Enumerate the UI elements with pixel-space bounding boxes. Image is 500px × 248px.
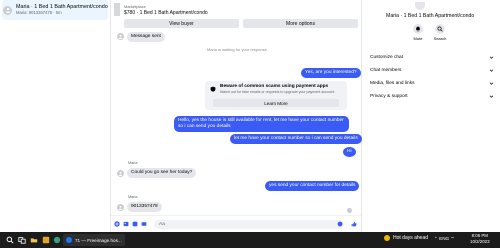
details-panel: Maria · 1 Bed 1 Bath Apartment/condo Mut…	[362, 0, 500, 232]
person-icon	[118, 171, 123, 176]
outgoing-message: Hello, yes the house is still available …	[174, 116, 349, 132]
shield-icon	[210, 86, 216, 92]
plus-circle-icon[interactable]	[114, 221, 120, 227]
search-icon[interactable]	[5, 235, 15, 245]
avatar	[3, 5, 12, 15]
incoming-message: Could you go see her today?	[127, 168, 197, 178]
learn-more-button[interactable]: Learn More	[213, 99, 339, 107]
sticker-icon[interactable]	[132, 221, 138, 227]
outgoing-message: Yes, are you interested?	[301, 68, 361, 78]
avatar	[117, 204, 124, 211]
section-privacy-support[interactable]: Privacy & support	[370, 91, 494, 101]
chat-panel: Marketplace $780 · 1 Bed 1 Bath Apartmen…	[110, 0, 362, 232]
chevron-up-icon[interactable]: ⌃	[434, 236, 438, 241]
avatar	[117, 33, 124, 40]
thumbs-up-icon[interactable]	[351, 221, 357, 227]
section-label: Customize chat	[370, 54, 404, 60]
section-customize-chat[interactable]: Customize chat	[370, 52, 494, 62]
image-icon[interactable]	[123, 221, 129, 227]
waiting-note: Maria is waiting for your response.	[207, 47, 268, 52]
details-title: Maria · 1 Bed 1 Bath Apartment/condo	[386, 13, 475, 19]
person-icon	[118, 205, 123, 210]
listing-thumbnail[interactable]	[114, 3, 120, 16]
section-label: Privacy & support	[370, 93, 408, 99]
section-label: Media, files and links	[370, 80, 415, 86]
listing-header: Marketplace $780 · 1 Bed 1 Bath Apartmen…	[111, 0, 361, 30]
search-button[interactable]: Search	[431, 24, 449, 41]
sender-name: Maria	[128, 161, 138, 165]
composer: Aa	[111, 215, 361, 232]
outgoing-message: Hi	[343, 147, 356, 157]
person-icon	[5, 7, 10, 13]
outgoing-message: yes send your contact number for details	[265, 181, 360, 191]
scam-warning-subtitle: Watch out for fake emails or requests to…	[220, 90, 335, 94]
taskbar: 71 — Freeimage.hos... Hot days ahead ⌃ E…	[0, 232, 500, 248]
messenger-icon	[66, 237, 72, 243]
browser-icon[interactable]	[52, 235, 62, 245]
chevron-down-icon	[489, 82, 494, 85]
sender-name: Maria	[128, 195, 138, 199]
clock-date: 10/2/2023	[470, 239, 490, 244]
file-explorer-icon[interactable]	[29, 235, 39, 245]
weather-text: Hot days ahead	[393, 235, 429, 241]
mute-button[interactable]: Mute	[409, 24, 427, 41]
bell-icon	[416, 26, 420, 32]
conversation-list: Maria · 1 Bed 1 Bath Apartment/condo Mar…	[0, 0, 110, 232]
chevron-down-icon	[489, 95, 494, 98]
conversation-item-maria[interactable]: Maria · 1 Bed 1 Bath Apartment/condo Mar…	[2, 0, 108, 20]
section-chat-members[interactable]: Chat members	[370, 65, 494, 75]
person-icon	[118, 34, 123, 39]
sun-icon	[384, 235, 390, 241]
system-tray[interactable]: ⌃ ENG ⌔	[434, 236, 455, 242]
search-icon	[437, 26, 443, 32]
message-input[interactable]: Aa	[154, 220, 344, 229]
wifi-icon[interactable]: ⌔	[450, 236, 454, 241]
scam-warning-card: Beware of common scams using payment app…	[205, 81, 347, 110]
scam-warning-title: Beware of common scams using payment app…	[220, 84, 329, 89]
chevron-down-icon	[489, 56, 494, 59]
message-sent-note: Message sent	[127, 32, 165, 42]
seen-avatar-icon	[347, 208, 352, 213]
outgoing-message: let me have your contact number so i can…	[230, 134, 362, 144]
search-label: Search	[433, 36, 447, 41]
taskbar-window-label: 71 — Freeimage.hos...	[75, 237, 122, 243]
section-label: Chat members	[370, 67, 402, 73]
incoming-message: 9013357478	[127, 202, 162, 212]
listing-avatar	[415, 2, 425, 10]
weather-widget[interactable]: Hot days ahead	[384, 235, 428, 241]
chevron-down-icon	[489, 69, 494, 72]
listing-title[interactable]: $780 · 1 Bed 1 Bath Apartment/condo	[124, 10, 208, 16]
task-view-icon[interactable]	[17, 235, 27, 245]
language-indicator[interactable]: ENG	[439, 236, 449, 241]
clock[interactable]: 8:06 PM 10/2/2023	[470, 233, 490, 245]
section-media-files-links[interactable]: Media, files and links	[370, 78, 494, 88]
conversation-preview: Maria: 9013357478 · 5m	[16, 10, 62, 15]
more-options-button[interactable]: More options	[243, 19, 358, 28]
taskbar-window-button[interactable]: 71 — Freeimage.hos...	[63, 234, 125, 246]
view-buyer-button[interactable]: View buyer	[124, 19, 239, 28]
emoji-icon[interactable]	[337, 221, 343, 227]
app-icon[interactable]	[41, 235, 51, 245]
listing-label: Marketplace	[124, 4, 146, 9]
gif-icon[interactable]	[141, 221, 147, 227]
message-thread: Message sent Maria is waiting for your r…	[111, 30, 362, 215]
mute-label: Mute	[413, 36, 423, 41]
avatar	[117, 170, 124, 177]
